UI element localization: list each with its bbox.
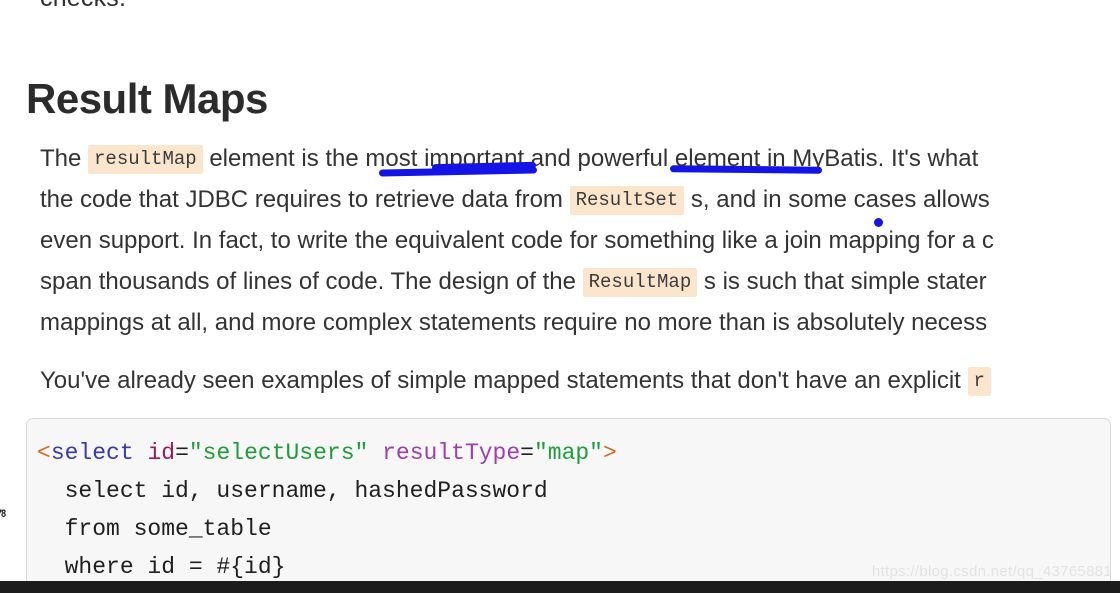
page-title: Result Maps <box>26 75 268 123</box>
code-close-bracket: > <box>602 440 617 466</box>
text-segment: The <box>40 145 89 172</box>
paragraph-result-map-intro: The resultMap element is the most import… <box>40 138 1120 343</box>
text-segment: the code that JDBC requires to retrieve … <box>40 186 570 213</box>
clipped-top-text: checks. <box>40 0 126 13</box>
paragraph-line-4: span thousands of lines of code. The des… <box>40 261 1120 302</box>
code-attr-resulttype: resultType <box>382 440 521 466</box>
text-segment: s is such that simple stater <box>697 268 987 295</box>
paragraph-2-line-1: You've already seen examples of simple m… <box>40 360 1120 401</box>
gutter-page-number: 78 <box>0 508 6 520</box>
code-space-2 <box>368 440 382 466</box>
inline-code-resultmap-2: ResultMap <box>582 268 698 297</box>
text-segment: You've already seen examples of simple m… <box>40 367 968 394</box>
code-line-select: select id, username, hashedPassword <box>37 478 548 504</box>
code-value-map: "map" <box>533 440 603 466</box>
paragraph-line-5: mappings at all, and more complex statem… <box>40 309 988 336</box>
code-attr-id: id <box>147 440 176 466</box>
code-open-bracket: < <box>37 440 51 466</box>
inline-code-resultset: ResultSet <box>569 186 685 215</box>
paragraph-line-1: The resultMap element is the most import… <box>40 138 1120 179</box>
bottom-bar <box>0 581 1120 593</box>
text-segment: span thousands of lines of code. The des… <box>40 268 583 295</box>
code-block-content: <select id="selectUsers" resultType="map… <box>27 419 1110 586</box>
watermark: https://blog.csdn.net/qq_43765881 <box>871 563 1112 580</box>
code-line-where: where id = #{id} <box>37 554 286 580</box>
code-equals: = <box>175 440 189 466</box>
paragraph-line-2: the code that JDBC requires to retrieve … <box>40 179 1120 220</box>
inline-code-truncated: r <box>967 367 991 396</box>
code-value-selectusers: "selectUsers" <box>188 440 369 466</box>
code-equals-2: = <box>520 440 534 466</box>
text-segment: element is the most important and powerf… <box>202 145 979 172</box>
document-page: checks. Result Maps The resultMap elemen… <box>0 0 1120 593</box>
inline-code-resultmap: resultMap <box>88 145 203 174</box>
paragraph-line-3: even support. In fact, to write the equi… <box>40 227 994 254</box>
paragraph-mapped-statements: You've already seen examples of simple m… <box>40 360 1120 401</box>
text-segment: s, and in some cases allows <box>684 186 990 213</box>
code-line-from: from some_table <box>37 516 272 542</box>
code-tag-name: select <box>50 440 134 466</box>
